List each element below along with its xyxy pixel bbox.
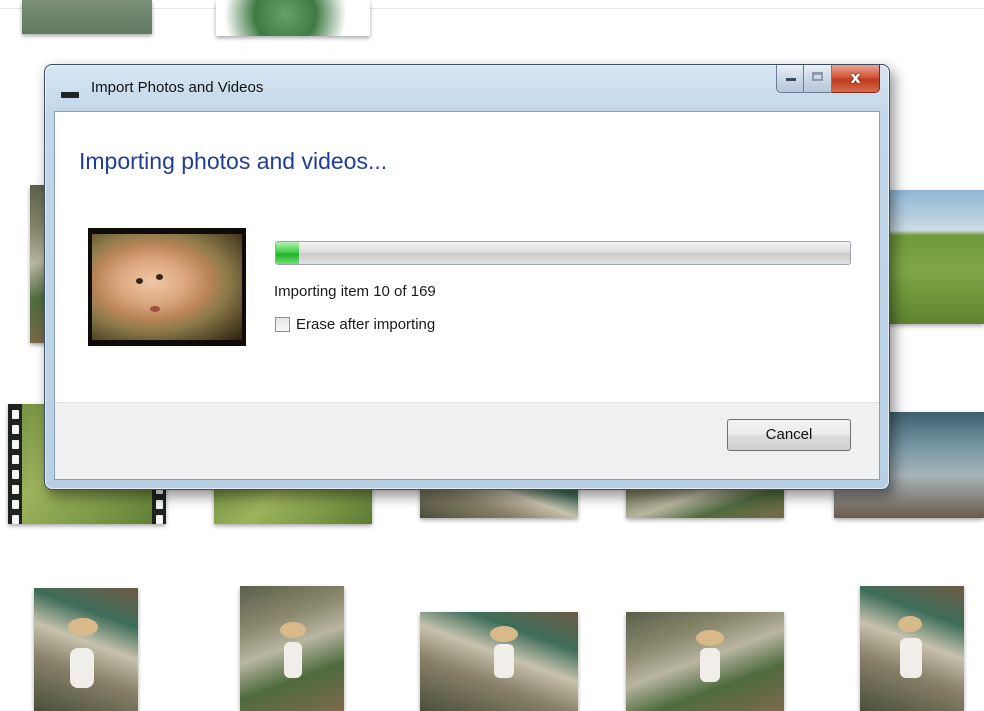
camera-icon (61, 92, 79, 98)
gallery-thumbnail[interactable] (880, 190, 984, 324)
gallery-thumbnail[interactable] (216, 0, 370, 36)
maximize-icon (812, 72, 823, 81)
import-dialog: Import Photos and Videos x Importing pho… (44, 64, 890, 490)
close-button[interactable]: x (832, 65, 880, 93)
dialog-title: Import Photos and Videos (91, 79, 264, 96)
gallery-thumbnail[interactable] (22, 0, 152, 34)
erase-after-importing-option[interactable]: Erase after importing (275, 316, 435, 333)
cancel-button[interactable]: Cancel (727, 419, 851, 451)
close-icon: x (850, 68, 861, 87)
title-bar[interactable]: Import Photos and Videos x (45, 65, 889, 111)
gallery-thumbnail[interactable] (626, 612, 784, 711)
maximize-button[interactable] (804, 65, 832, 93)
minimize-button[interactable] (776, 65, 804, 93)
minimize-icon (786, 78, 796, 81)
gallery-thumbnail[interactable] (240, 586, 344, 711)
baby-photo (92, 234, 242, 340)
gallery-thumbnail[interactable] (860, 586, 964, 711)
erase-after-importing-label[interactable]: Erase after importing (296, 316, 435, 333)
erase-after-importing-checkbox[interactable] (275, 317, 290, 332)
gallery-thumbnail[interactable] (420, 612, 578, 711)
dialog-heading: Importing photos and videos... (79, 148, 388, 174)
progress-fill (276, 242, 299, 264)
import-status-text: Importing item 10 of 169 (274, 283, 436, 300)
dialog-content: Importing photos and videos... Importing… (54, 111, 880, 480)
caption-buttons: x (776, 65, 880, 95)
import-preview-thumbnail (88, 228, 246, 346)
film-strip-icon (8, 404, 22, 524)
dialog-footer: Cancel (55, 402, 879, 479)
gallery-thumbnail[interactable] (34, 588, 138, 711)
import-progress-bar (275, 241, 851, 265)
